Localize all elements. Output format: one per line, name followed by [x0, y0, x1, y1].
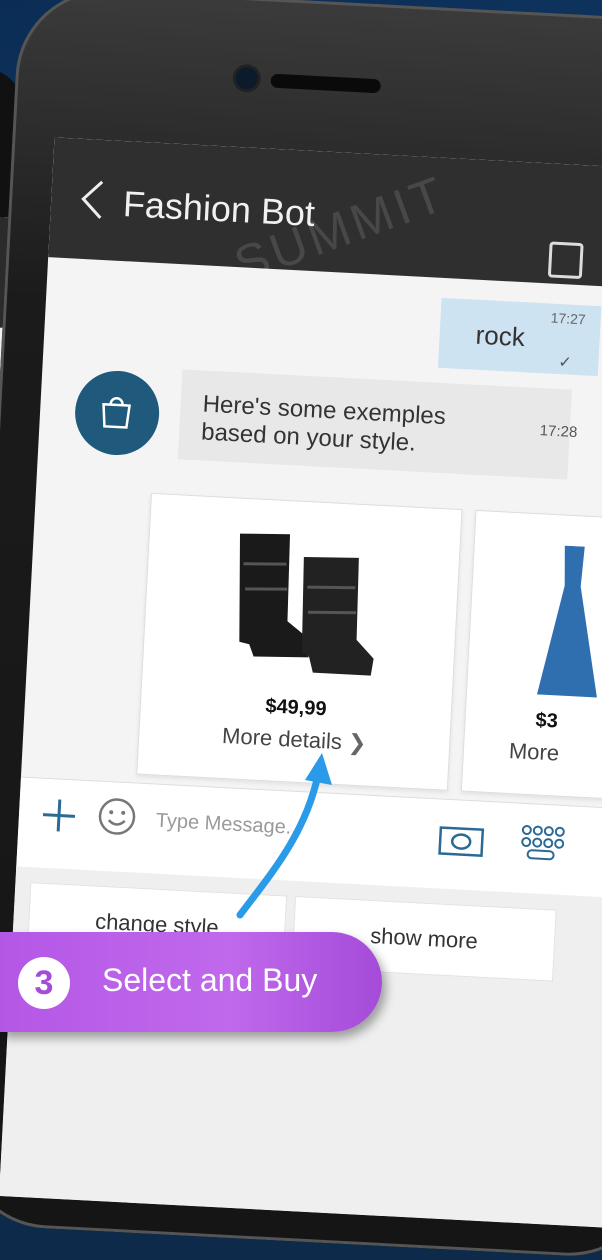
more-details-link[interactable]: More [508, 738, 602, 780]
speaker-grille [270, 73, 381, 94]
message-time: 17:27 [550, 309, 587, 328]
user-message: 17:27 rock ✓ [437, 297, 602, 377]
pointer-arrow-icon [236, 753, 332, 919]
boots-image [239, 533, 374, 676]
message-text: rock [474, 319, 526, 353]
camera-icon[interactable] [437, 821, 485, 857]
dress-image [536, 545, 597, 698]
product-card[interactable]: $3 More [460, 509, 602, 808]
chat-thread: 17:27 rock ✓ Here's some exemples based … [22, 257, 602, 808]
phone-frame: Fashion Bot 17:27 rock ✓ Here's some exe… [0, 0, 602, 1260]
emoji-icon[interactable] [96, 796, 138, 838]
step-number: 3 [18, 957, 70, 1009]
check-icon: ✓ [557, 354, 573, 372]
front-camera [235, 66, 259, 90]
back-arrow-icon[interactable] [74, 177, 110, 223]
step-banner: 3 Select and Buy [0, 932, 382, 1032]
message-time: 17:28 [539, 422, 578, 442]
bot-avatar [72, 368, 162, 458]
message-text: Here's some exemples based on your style… [200, 390, 447, 457]
keyboard-icon[interactable] [517, 822, 565, 864]
shopping-bag-icon [102, 396, 131, 429]
add-icon[interactable] [40, 797, 78, 835]
step-label: Select and Buy [102, 962, 318, 998]
bot-message: Here's some exemples based on your style… [177, 369, 578, 480]
page-title: Fashion Bot [122, 183, 317, 235]
chat-screen: Fashion Bot 17:27 rock ✓ Here's some exe… [0, 137, 602, 1230]
copy-icon[interactable] [547, 241, 584, 280]
